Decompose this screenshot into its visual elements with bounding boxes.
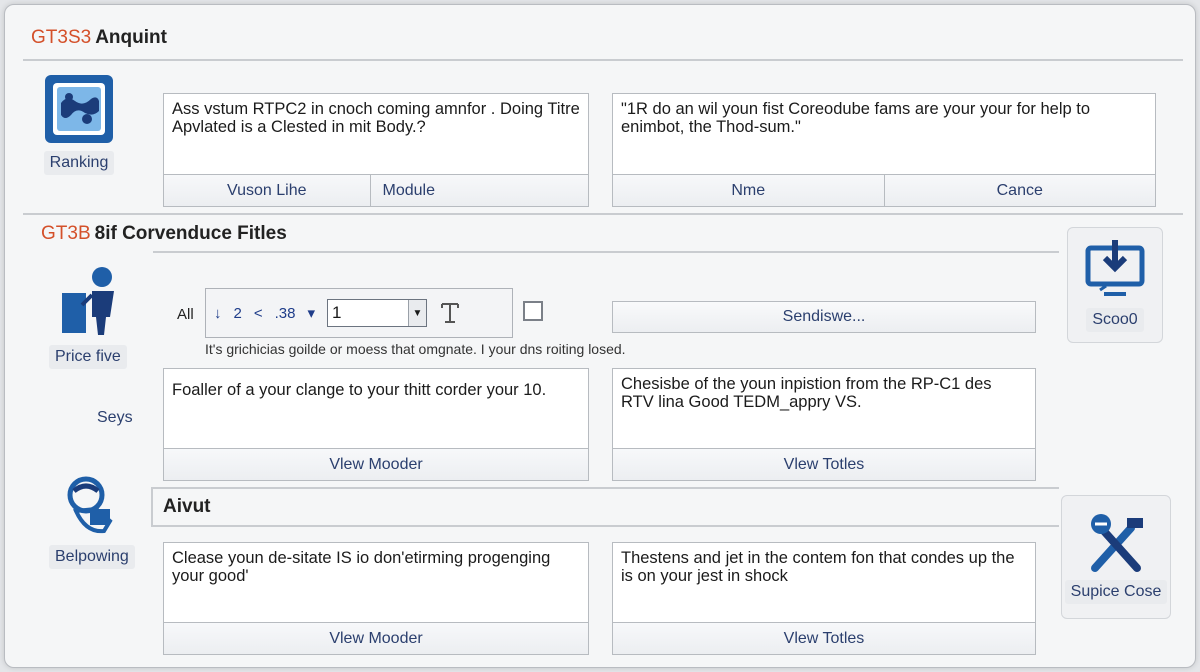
section-title: Aivut — [163, 496, 211, 518]
format-toolbar: ↓ 2 < .38 ▾ 1 ▼ — [205, 288, 513, 338]
card-text: "1R do an wil youn fist Coreodube fams a… — [621, 100, 1091, 136]
nme-button[interactable]: Nme — [613, 175, 885, 206]
section-bracket — [151, 487, 153, 527]
dropdown-caret-icon[interactable]: ▾ — [307, 304, 315, 322]
option-checkbox[interactable] — [523, 301, 543, 321]
download-monitor-icon — [1085, 240, 1145, 296]
sidebar-item-label: Ranking — [43, 151, 115, 175]
value-select[interactable]: 1 ▼ — [327, 299, 427, 327]
card-actions: Vuson Lihe Module — [164, 174, 588, 206]
card-text: Clease youn de-sitate IS io don'etirming… — [172, 549, 551, 585]
down-arrow-icon[interactable]: ↓ — [214, 305, 222, 322]
view-totles-button[interactable]: Vlew Totles — [613, 623, 1035, 654]
card-top-right: "1R do an wil youn fist Coreodube fams a… — [612, 93, 1156, 207]
section-title-text: 8if Corvenduce Fitles — [94, 223, 287, 244]
cance-button[interactable]: Cance — [884, 175, 1155, 206]
select-value: 1 — [332, 303, 342, 322]
sidebar-item-ranking[interactable]: Ranking — [43, 73, 115, 175]
page-title-text: Anquint — [95, 27, 167, 48]
card-actions: Vlew Totles — [613, 622, 1035, 654]
sidebar-item-belpowing[interactable]: Belpowing — [49, 473, 135, 569]
tool-38[interactable]: .38 — [275, 305, 296, 322]
card-text: Thestens and jet in the contem fon that … — [621, 549, 1015, 585]
card-text: Ass vstum RTPC2 in cnoch coming amnfor .… — [172, 100, 580, 136]
image-map-icon — [45, 75, 113, 143]
card-text: Foaller of a your clange to your thitt c… — [172, 381, 547, 399]
module-button[interactable]: Module — [370, 175, 588, 206]
page-title: GT3S3 Anquint — [31, 27, 167, 49]
card-actions: Vlew Totles — [613, 448, 1035, 480]
sidebar-item-label: Scoo0 — [1086, 308, 1144, 332]
section-title: GT3B 8if Corvenduce Fitles — [41, 223, 287, 245]
sidebar-item-scoo[interactable]: Scoo0 — [1067, 227, 1163, 343]
view-mooder-button[interactable]: Vlew Mooder — [164, 623, 588, 654]
tool-two[interactable]: 2 — [234, 305, 242, 322]
app-window: GT3S3 Anquint Ranking Ass vstum RTPC2 in… — [4, 4, 1196, 668]
section-divider — [151, 487, 1059, 489]
sidebar-item-label: Belpowing — [49, 545, 135, 569]
card-mid-right: Chesisbe of the youn inpistion from the … — [612, 368, 1036, 481]
header-divider — [23, 59, 1183, 61]
card-bottom-right: Thestens and jet in the contem fon that … — [612, 542, 1036, 655]
card-actions: Nme Cance — [613, 174, 1155, 206]
chevron-down-icon: ▼ — [408, 300, 426, 326]
card-mid-left: Foaller of a your clange to your thitt c… — [163, 368, 589, 481]
sidebar-item-price-five[interactable]: Price five — [49, 263, 127, 369]
all-label: All — [177, 306, 194, 323]
card-actions: Vlew Mooder — [164, 448, 588, 480]
card-text: Chesisbe of the youn inpistion from the … — [621, 375, 992, 411]
page-code: GT3S3 — [31, 27, 92, 48]
view-totles-button[interactable]: Vlew Totles — [613, 449, 1035, 480]
seys-label[interactable]: Seys — [97, 409, 133, 427]
person-presenting-icon — [61, 267, 114, 335]
sidebar-item-supice-cose[interactable]: Supice Cose — [1061, 495, 1171, 619]
helmet-document-icon — [67, 476, 113, 534]
view-mooder-button[interactable]: Vlew Mooder — [164, 449, 588, 480]
sidebar-item-label: Price five — [49, 345, 127, 369]
sidebar-item-label: Supice Cose — [1064, 580, 1168, 604]
section-divider — [23, 213, 1183, 215]
text-cursor-icon[interactable] — [439, 300, 461, 326]
card-top-left: Ass vstum RTPC2 in cnoch coming amnfor .… — [163, 93, 589, 207]
section-underline — [153, 251, 1059, 253]
card-actions: Vlew Mooder — [164, 622, 588, 654]
send-button[interactable]: Sendiswe... — [612, 301, 1036, 333]
section-title-text: Aivut — [163, 496, 211, 517]
section-underline — [151, 525, 1059, 527]
card-bottom-left: Clease youn de-sitate IS io don'etirming… — [163, 542, 589, 655]
vuson-lihe-button[interactable]: Vuson Lihe — [164, 175, 371, 206]
back-icon[interactable]: < — [254, 305, 263, 322]
tools-icon — [1091, 514, 1143, 572]
hint-text: It's grichicias goilde or moess that omg… — [205, 341, 626, 357]
section-code: GT3B — [41, 223, 91, 244]
